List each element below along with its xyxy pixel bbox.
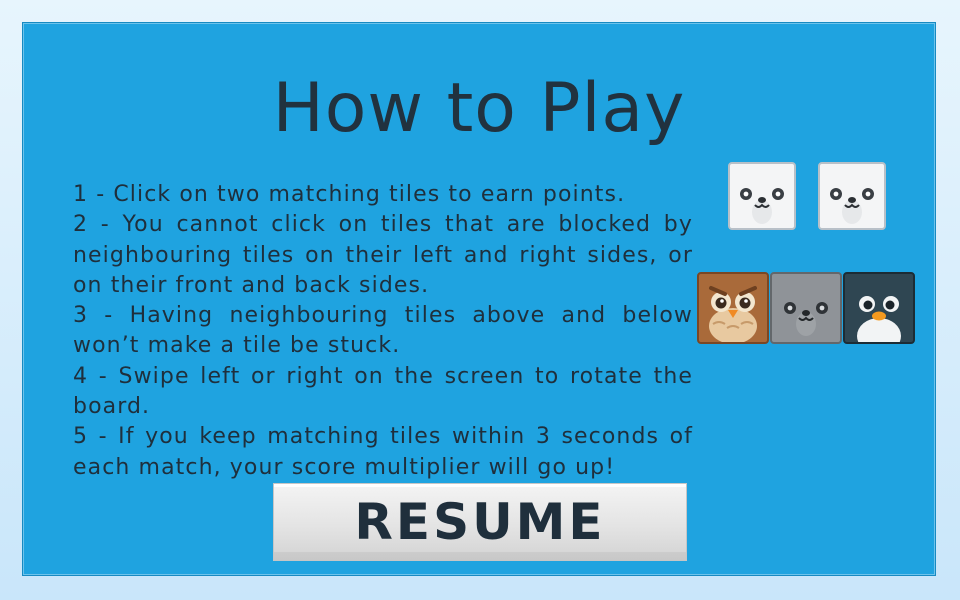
koala-tile-icon (770, 272, 842, 344)
penguin-tile-icon (843, 272, 915, 344)
instructions-list: 1 - Click on two matching tiles to earn … (73, 180, 693, 483)
instruction-item: 1 - Click on two matching tiles to earn … (73, 182, 626, 207)
panda-tile-icon (728, 162, 796, 230)
resume-button[interactable]: RESUME (273, 483, 687, 561)
instruction-item: 4 - Swipe left or right on the screen to… (73, 363, 693, 420)
owl-tile-icon (697, 272, 769, 344)
panda-tile-icon (818, 162, 886, 230)
instruction-item: 2 - You cannot click on tiles that are b… (73, 212, 693, 298)
instruction-item: 3 - Having neighbouring tiles above and … (73, 303, 693, 359)
dialog-title: How to Play (272, 69, 686, 148)
instruction-item: 5 - If you keep matching tiles within 3 … (73, 424, 693, 480)
